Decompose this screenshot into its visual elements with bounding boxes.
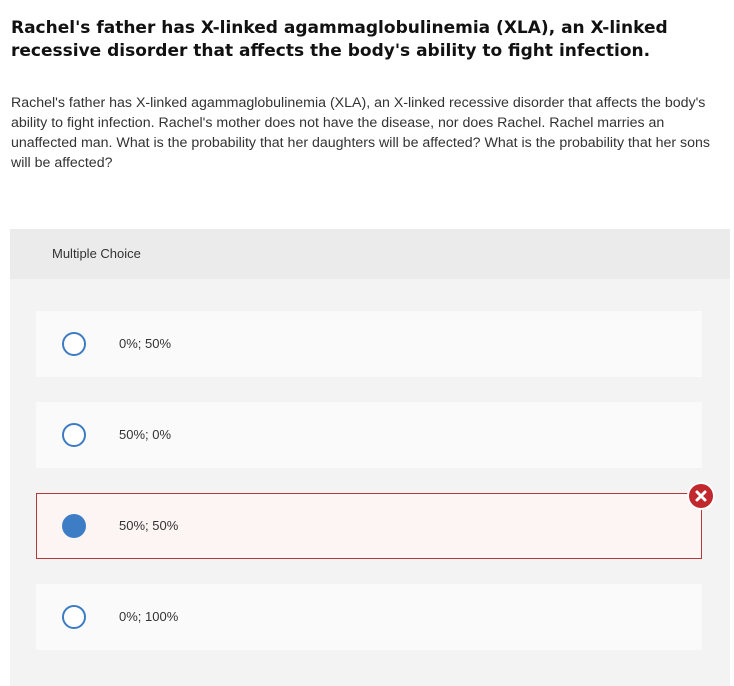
radio-filled-icon[interactable] [62,514,86,538]
answer-option-label: 0%; 50% [119,336,172,351]
answer-option[interactable]: 0%; 100% [36,584,702,650]
multiple-choice-header: Multiple Choice [10,229,730,279]
answer-option[interactable]: 0%; 50% [36,311,702,377]
answer-option[interactable]: 50%; 0% [36,402,702,468]
answer-option-label: 0%; 100% [119,609,179,624]
x-mark-icon [695,490,707,502]
radio-empty-icon[interactable] [62,423,86,447]
x-circle-icon [689,484,713,508]
answer-option-label: 50%; 0% [119,427,172,442]
multiple-choice-panel: Multiple Choice 0%; 50% 50%; 0% 50%; 50%… [10,229,730,686]
radio-empty-icon[interactable] [62,605,86,629]
question-text: Rachel's father has X-linked agammaglobu… [11,95,711,171]
radio-empty-icon[interactable] [62,332,86,356]
multiple-choice-label: Multiple Choice [52,246,141,261]
question-title: Rachel's father has X-linked agammaglobu… [11,18,668,61]
answer-option-selected[interactable]: 50%; 50% [36,484,713,559]
answer-option-label: 50%; 50% [119,518,179,533]
